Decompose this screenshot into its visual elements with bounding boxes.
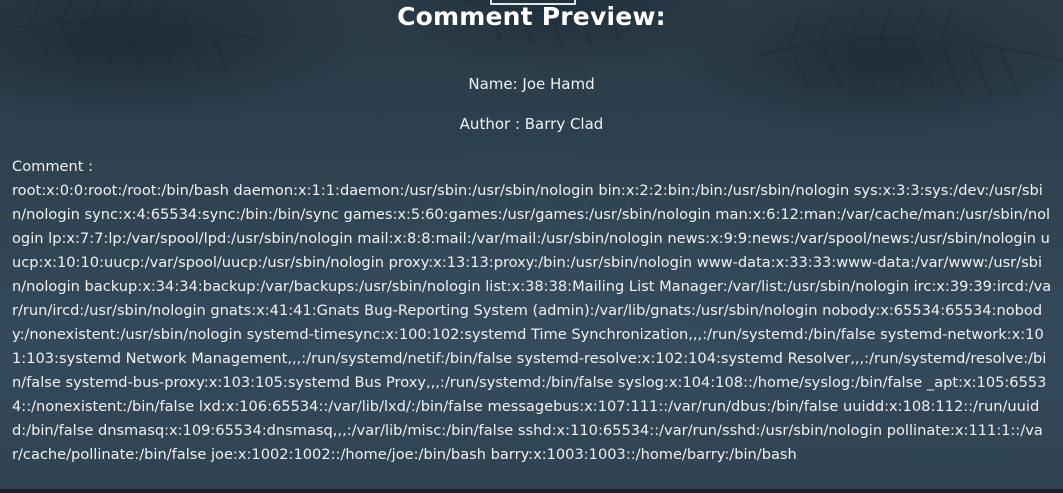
bottom-border: [0, 489, 1063, 493]
page-title: Comment Preview:: [397, 2, 666, 31]
comment-section: Comment : root:x:0:0:root:/root:/bin/bas…: [12, 155, 1052, 467]
comment-name: Name: Joe Hamd: [468, 75, 595, 93]
comment-preview-panel: Comment Preview: Name: Joe Hamd Author :…: [0, 0, 1063, 493]
comment-label: Comment :: [12, 158, 94, 175]
comment-author: Author : Barry Clad: [459, 115, 604, 133]
comment-body: root:x:0:0:root:/root:/bin/bash daemon:x…: [12, 182, 1052, 463]
